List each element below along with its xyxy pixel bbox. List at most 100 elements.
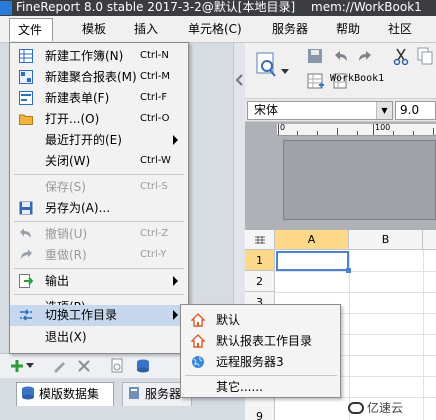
menu-separator: [185, 375, 337, 376]
window-title: FineReport 8.0 stable 2017-3-2@默认[本地目录]: [16, 0, 296, 14]
export-icon: [19, 274, 33, 288]
grid-line: [423, 250, 424, 420]
ruler-label-0: 0: [280, 123, 286, 132]
grid-line: [275, 271, 436, 272]
menu-item-close[interactable]: 关闭(W) Ctrl-W: [10, 151, 188, 172]
column-header-b[interactable]: B: [349, 230, 423, 250]
submenu-item-remote-server[interactable]: 远程服务器3: [181, 352, 340, 373]
tab-template-dataset-label: 模版数据集: [39, 387, 100, 401]
menu-item-new-form[interactable]: 新建表单(F) Ctrl-F: [10, 88, 188, 109]
menu-item-shortcut: Ctrl-N: [140, 50, 169, 61]
submenu-item-other[interactable]: 其它......: [181, 377, 340, 398]
menu-item-export[interactable]: 输出: [10, 271, 188, 292]
submenu-item-default-report-dir[interactable]: 默认报表工作目录: [181, 331, 340, 352]
submenu-arrow-icon: [173, 135, 178, 145]
preview-icon[interactable]: [110, 358, 124, 374]
redo-icon: [21, 249, 32, 259]
add-icon[interactable]: [10, 359, 24, 373]
new-workbook-icon: [19, 49, 33, 63]
title-bar: FineReport 8.0 stable 2017-3-2@默认[本地目录] …: [0, 0, 436, 16]
menu-item-open[interactable]: 打开...(O) Ctrl-O: [10, 109, 188, 130]
grid-corner-icon: [254, 236, 265, 244]
select-all-corner[interactable]: [245, 230, 275, 250]
tab-template-dataset[interactable]: 模版数据集: [16, 382, 114, 406]
menu-item-recent[interactable]: 最近打开的(E): [10, 130, 188, 151]
cut-icon[interactable]: [393, 47, 409, 65]
preview-dropdown-icon[interactable]: [281, 69, 289, 75]
ruler-tick: [413, 131, 414, 135]
save-icon[interactable]: [307, 48, 323, 64]
menu-community[interactable]: 社区: [388, 21, 412, 37]
preview-search-icon[interactable]: [255, 51, 281, 81]
menu-item-label: 输出: [45, 274, 70, 288]
menu-item-undo[interactable]: 撤销(U) Ctrl-Z: [10, 224, 188, 245]
menu-item-shortcut: Ctrl-F: [140, 92, 168, 103]
submenu-item-label: 远程服务器3: [216, 355, 284, 369]
menu-item-label: 另存为(A)...: [45, 201, 111, 215]
column-header-c[interactable]: [423, 230, 436, 250]
menu-item-shortcut: Ctrl-S: [140, 181, 168, 192]
submenu-item-default[interactable]: 默认: [181, 310, 340, 331]
menu-separator: [14, 174, 184, 175]
watermark-logo: 亿速云: [348, 399, 403, 416]
dataset-icon: [22, 386, 34, 400]
undo-toolbar-icon[interactable]: [333, 49, 349, 63]
row-header-9[interactable]: 9: [245, 402, 275, 420]
menu-template[interactable]: 模板: [82, 21, 106, 37]
column-header-a[interactable]: A: [275, 230, 349, 250]
menu-item-save-as[interactable]: 另存为(A)...: [10, 198, 188, 219]
new-aggregate-report-icon: [19, 70, 33, 84]
menu-item-label: 退出(X): [45, 330, 87, 344]
new-sheet-icon[interactable]: [307, 73, 325, 91]
new-form-icon: [19, 91, 33, 105]
delete-icon[interactable]: [77, 359, 91, 373]
menu-server[interactable]: 服务器: [272, 21, 308, 37]
row-header-2[interactable]: 2: [245, 271, 275, 292]
menu-help[interactable]: 帮助: [336, 21, 360, 37]
watermark-text: 亿速云: [367, 401, 404, 415]
window-path: mem://WorkBook1: [311, 0, 422, 14]
home-icon: [191, 313, 205, 327]
menu-separator: [14, 268, 184, 269]
copy-icon[interactable]: [417, 47, 433, 65]
menu-item-redo[interactable]: 重做(R) Ctrl-Y: [10, 245, 188, 266]
add-dropdown-icon[interactable]: [26, 363, 34, 369]
chevron-down-icon[interactable]: ▼: [376, 102, 392, 119]
menu-file[interactable]: 文件: [9, 18, 53, 41]
menu-item-exit[interactable]: 退出(X): [10, 327, 188, 348]
font-family-select[interactable]: 宋体 ▼: [247, 101, 393, 120]
switch-directory-icon: [20, 309, 32, 321]
tab-workbook[interactable]: WorkBook1: [330, 73, 384, 84]
menu-item-new-aggregate-report[interactable]: 新建聚合报表(M) Ctrl-M: [10, 67, 188, 88]
menu-item-label: 最近打开的(E): [45, 133, 122, 147]
database-icon[interactable]: [135, 358, 151, 374]
menu-insert[interactable]: 插入: [134, 21, 158, 37]
menu-cell[interactable]: 单元格(C): [188, 21, 242, 37]
row-header-1[interactable]: 1: [245, 250, 275, 271]
undo-icon: [20, 228, 31, 238]
globe-icon: [192, 356, 204, 368]
font-toolbar: 宋体 ▼ 9.0: [245, 98, 436, 122]
menu-item-new-workbook[interactable]: 新建工作簿(N) Ctrl-N: [10, 46, 188, 67]
font-size-select[interactable]: 9.0: [395, 101, 436, 120]
redo-toolbar-icon[interactable]: [357, 49, 373, 63]
cloud-icon: [348, 402, 364, 414]
menu-item-save[interactable]: 保存(S) Ctrl-S: [10, 177, 188, 198]
menu-item-label: 切换工作目录: [45, 308, 118, 322]
fill-handle[interactable]: [346, 268, 351, 273]
submenu-arrow-icon: [173, 276, 178, 286]
home-icon: [191, 334, 205, 348]
file-menu-dropdown: 新建工作簿(N) Ctrl-N 新建聚合报表(M) Ctrl-M 新建表单(F)…: [9, 42, 189, 354]
switch-directory-submenu: 默认 默认报表工作目录 远程服务器3 其它......: [180, 304, 341, 398]
menu-item-shortcut: Ctrl-Z: [140, 228, 169, 239]
app-logo-icon: [0, 1, 12, 15]
main-toolbar: [245, 43, 436, 98]
ruler-tick: [433, 128, 434, 135]
selected-cell-a1[interactable]: [276, 251, 349, 271]
ruler-tick: [373, 124, 374, 135]
menu-item-label: 重做(R): [45, 248, 87, 262]
edit-icon[interactable]: [52, 359, 66, 373]
menu-item-switch-directory[interactable]: 切换工作目录: [10, 305, 188, 326]
menu-item-shortcut: Ctrl-W: [140, 155, 171, 166]
menu-separator: [14, 294, 184, 295]
